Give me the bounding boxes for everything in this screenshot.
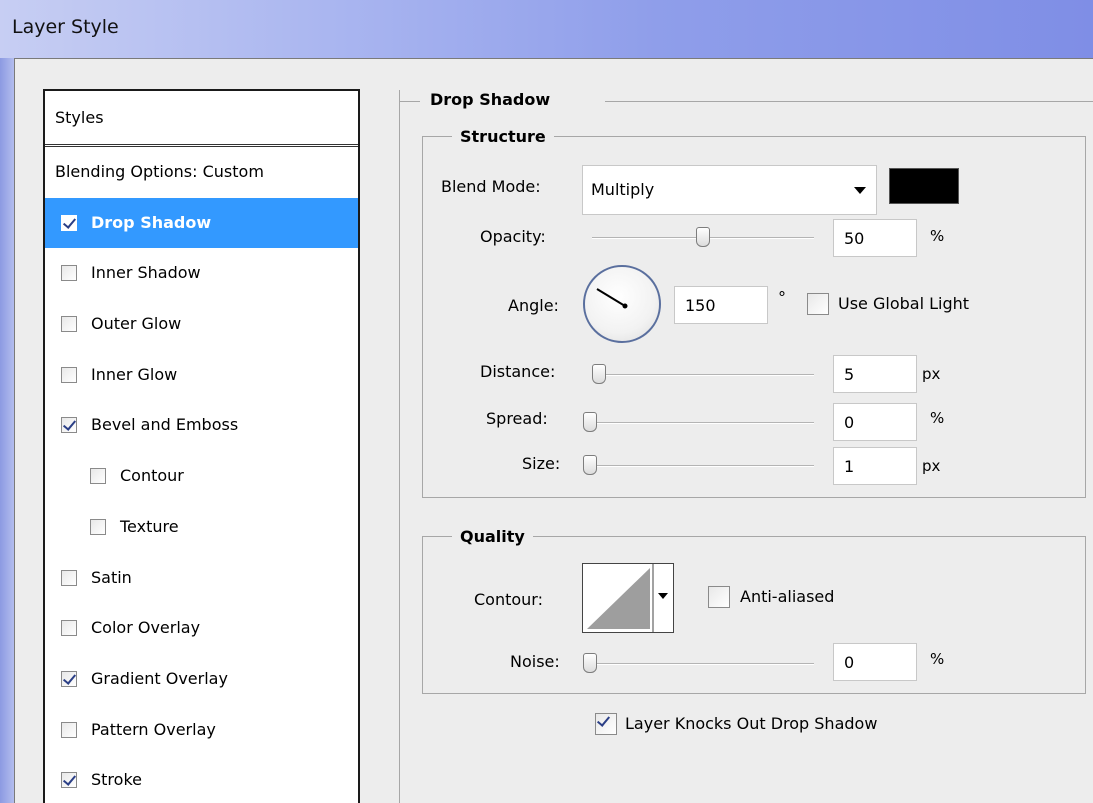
size-slider[interactable] xyxy=(585,465,814,467)
style-checkbox-bevel-and-emboss[interactable] xyxy=(61,417,77,434)
spread-unit: % xyxy=(930,409,945,427)
distance-input[interactable]: 5 xyxy=(833,355,917,393)
noise-label: Noise: xyxy=(510,652,560,671)
spread-label: Spread: xyxy=(486,409,548,428)
noise-slider[interactable] xyxy=(585,663,814,665)
style-item-label: Bevel and Emboss xyxy=(91,415,239,435)
structure-title: Structure xyxy=(452,127,554,146)
style-item-label: Outer Glow xyxy=(91,314,182,334)
window-frame-left xyxy=(0,58,14,803)
style-item-blending-options-custom[interactable]: Blending Options: Custom xyxy=(45,147,358,198)
styles-header[interactable]: Styles xyxy=(45,91,358,147)
style-item-label: Pattern Overlay xyxy=(91,719,216,739)
size-unit: px xyxy=(922,457,941,475)
style-checkbox-outer-glow[interactable] xyxy=(61,316,77,333)
layer-knocks-out-label: Layer Knocks Out Drop Shadow xyxy=(625,714,878,733)
size-label: Size: xyxy=(522,454,561,473)
noise-slider-thumb[interactable] xyxy=(583,653,597,673)
style-item-label: Texture xyxy=(120,516,179,536)
distance-slider[interactable] xyxy=(592,374,814,376)
style-item-label: Blending Options: Custom xyxy=(55,162,264,181)
drop-shadow-rule-left xyxy=(400,101,420,102)
style-item-label: Drop Shadow xyxy=(91,212,212,232)
size-slider-thumb[interactable] xyxy=(583,455,597,475)
size-input[interactable]: 1 xyxy=(833,447,917,485)
style-item-gradient-overlay[interactable]: Gradient Overlay xyxy=(45,654,358,705)
opacity-slider-thumb[interactable] xyxy=(696,227,710,247)
window-title: Layer Style xyxy=(12,16,119,38)
spread-input[interactable]: 0 xyxy=(833,403,917,441)
style-item-outer-glow[interactable]: Outer Glow xyxy=(45,299,358,350)
style-item-inner-glow[interactable]: Inner Glow xyxy=(45,350,358,401)
drop-shadow-title: Drop Shadow xyxy=(422,90,559,109)
angle-unit: ° xyxy=(778,288,786,307)
opacity-label: Opacity: xyxy=(480,227,546,246)
shadow-color-swatch[interactable] xyxy=(889,168,959,204)
anti-aliased-checkbox[interactable] xyxy=(708,586,730,608)
chevron-down-icon xyxy=(854,187,866,194)
style-item-contour[interactable]: Contour xyxy=(45,451,358,502)
style-item-drop-shadow[interactable]: Drop Shadow xyxy=(45,197,358,249)
style-checkbox-pattern-overlay[interactable] xyxy=(61,721,77,738)
contour-curve-icon xyxy=(587,563,668,633)
style-item-texture[interactable]: Texture xyxy=(45,502,358,553)
style-checkbox-satin[interactable] xyxy=(61,569,77,586)
style-checkbox-texture[interactable] xyxy=(90,518,106,535)
contour-label: Contour: xyxy=(474,590,543,609)
spread-slider[interactable] xyxy=(585,422,814,424)
layer-knocks-out-checkbox[interactable] xyxy=(595,713,617,735)
style-item-color-overlay[interactable]: Color Overlay xyxy=(45,603,358,654)
style-item-label: Color Overlay xyxy=(91,618,201,638)
blend-mode-label: Blend Mode: xyxy=(441,177,541,196)
style-item-pattern-overlay[interactable]: Pattern Overlay xyxy=(45,705,358,756)
style-item-label: Satin xyxy=(91,567,132,587)
angle-dial[interactable] xyxy=(583,265,661,343)
style-checkbox-inner-glow[interactable] xyxy=(61,366,77,383)
style-checkbox-drop-shadow[interactable] xyxy=(61,214,77,231)
style-item-label: Gradient Overlay xyxy=(91,668,228,688)
style-checkbox-inner-shadow[interactable] xyxy=(61,265,77,282)
style-checkbox-color-overlay[interactable] xyxy=(61,620,77,637)
use-global-light-label: Use Global Light xyxy=(838,294,970,313)
style-checkbox-stroke[interactable] xyxy=(61,772,77,789)
style-item-label: Contour xyxy=(120,466,184,486)
styles-list: Styles Blending Options: Custom Drop Shad… xyxy=(43,89,360,803)
distance-label: Distance: xyxy=(480,362,556,381)
noise-input[interactable]: 0 xyxy=(833,643,917,681)
opacity-unit: % xyxy=(930,227,945,245)
style-item-stroke[interactable]: Stroke xyxy=(45,755,358,803)
angle-label: Angle: xyxy=(508,296,559,315)
distance-slider-thumb[interactable] xyxy=(592,364,606,384)
angle-needle-icon xyxy=(596,288,628,309)
quality-title: Quality xyxy=(452,527,533,546)
style-items: Blending Options: Custom Drop Shadow Inner… xyxy=(45,147,358,803)
style-checkbox-contour[interactable] xyxy=(90,468,106,485)
noise-unit: % xyxy=(930,650,945,668)
anti-aliased-label: Anti-aliased xyxy=(740,587,835,606)
style-item-bevel-and-emboss[interactable]: Bevel and Emboss xyxy=(45,400,358,451)
divider xyxy=(399,90,400,803)
distance-unit: px xyxy=(922,365,941,383)
angle-input[interactable]: 150 xyxy=(674,286,768,324)
use-global-light-checkbox[interactable] xyxy=(807,293,829,315)
style-item-satin[interactable]: Satin xyxy=(45,553,358,604)
style-item-inner-shadow[interactable]: Inner Shadow xyxy=(45,248,358,299)
blend-mode-select[interactable]: Multiply xyxy=(582,165,877,215)
contour-picker[interactable] xyxy=(582,563,674,633)
spread-slider-thumb[interactable] xyxy=(583,412,597,432)
style-checkbox-gradient-overlay[interactable] xyxy=(61,670,77,687)
style-item-label: Inner Glow xyxy=(91,364,178,384)
drop-shadow-rule xyxy=(605,101,1093,102)
title-bar[interactable]: Layer Style xyxy=(0,0,1093,58)
opacity-input[interactable]: 50 xyxy=(833,219,917,257)
style-item-label: Inner Shadow xyxy=(91,263,201,283)
style-item-label: Stroke xyxy=(91,770,142,790)
blend-mode-value: Multiply xyxy=(591,180,655,199)
